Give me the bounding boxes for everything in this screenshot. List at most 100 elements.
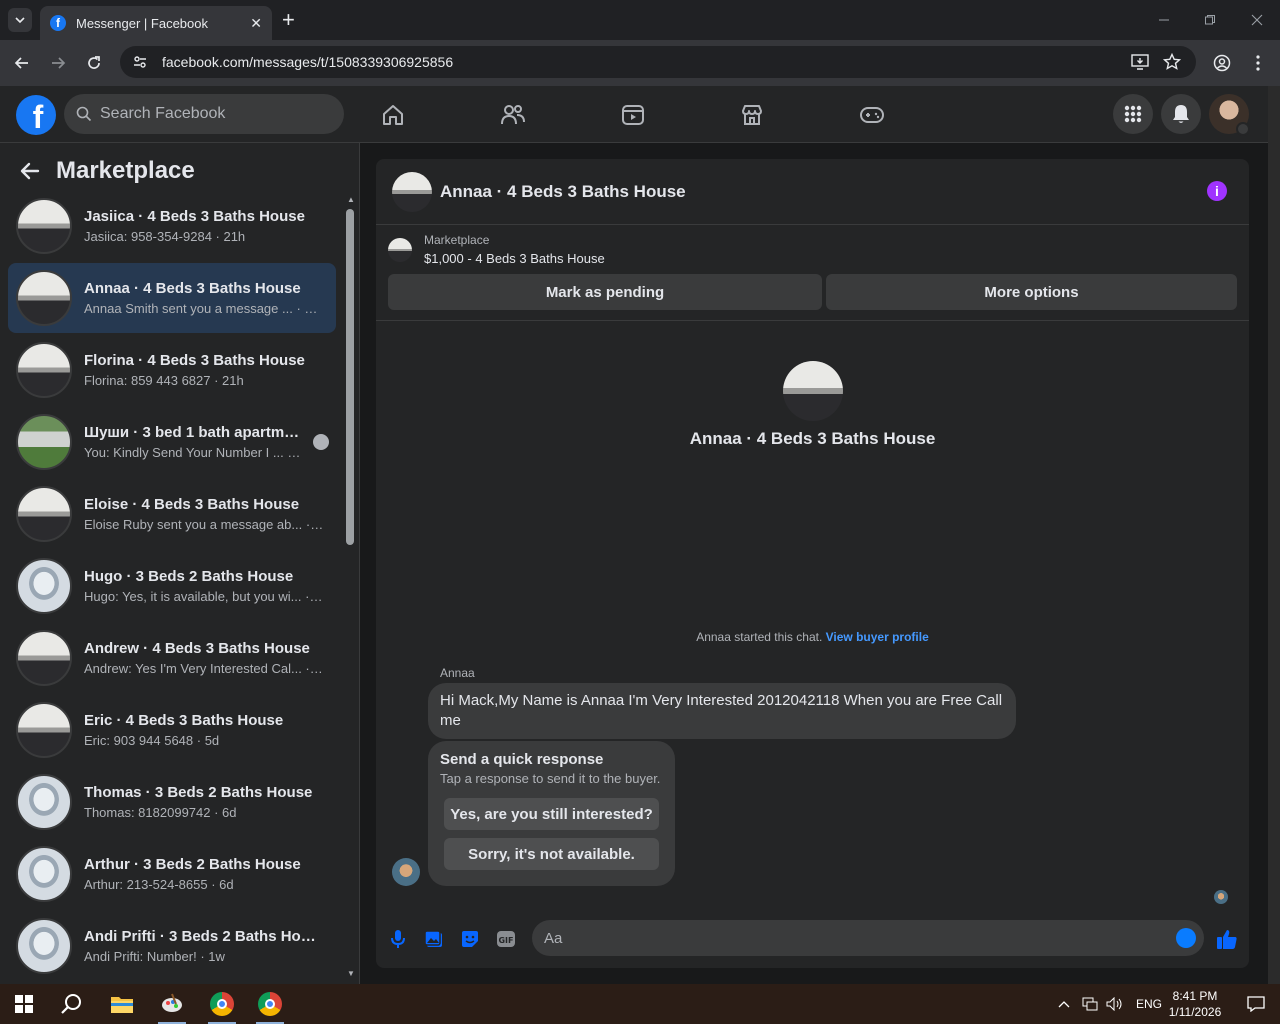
quick-response-card: Send a quick response Tap a response to … (428, 741, 675, 886)
home-icon (383, 105, 403, 125)
site-settings-icon[interactable] (132, 54, 148, 70)
conversation-item[interactable]: Eric · 4 Beds 3 Baths House Eric: 903 944… (8, 695, 336, 765)
notifications-button[interactable] (1161, 94, 1201, 134)
buyer-avatar[interactable] (783, 361, 843, 421)
conversation-item[interactable]: Jasiica · 4 Beds 3 Baths House Jasiica: 9… (8, 191, 336, 261)
notification-center-button[interactable] (1232, 984, 1280, 1024)
nav-video[interactable] (618, 100, 648, 130)
sidebar-scrollbar[interactable] (346, 209, 354, 545)
account-chevron-icon[interactable] (1236, 122, 1250, 136)
search-icon (76, 106, 92, 122)
quick-response-subtitle: Tap a response to send it to the buyer. (440, 771, 661, 786)
chevron-up-icon[interactable] (1058, 1000, 1070, 1008)
message-input[interactable]: Aa (532, 920, 1204, 956)
bookmark-star-icon[interactable] (1162, 52, 1182, 72)
reload-button[interactable] (82, 51, 106, 75)
restore-button[interactable] (1198, 8, 1222, 32)
gif-button[interactable]: GIF (494, 927, 518, 951)
back-button[interactable] (10, 51, 34, 75)
back-arrow-icon[interactable] (20, 162, 40, 180)
facebook-header: f Search Facebook (0, 86, 1268, 143)
nav-gaming[interactable] (857, 100, 887, 130)
windows-logo-icon (15, 995, 33, 1013)
conversation-item[interactable]: Eloise · 4 Beds 3 Baths House Eloise Ruby… (8, 479, 336, 549)
new-tab-button[interactable]: + (282, 9, 295, 31)
nav-friends[interactable] (498, 100, 528, 130)
view-buyer-profile-link[interactable]: View buyer profile (826, 630, 929, 644)
conversation-item[interactable]: Arthur · 3 Beds 2 Baths House Arthur: 213… (8, 839, 336, 909)
chat-listing-avatar[interactable] (392, 171, 432, 212)
started-text: Annaa started this chat. (696, 630, 823, 644)
menu-button[interactable] (1113, 94, 1153, 134)
nav-home[interactable] (378, 100, 408, 130)
tab-close-icon[interactable]: ✕ (250, 15, 262, 32)
browser-tab-strip: f Messenger | Facebook ✕ + (0, 0, 1280, 40)
install-app-icon[interactable] (1130, 52, 1150, 72)
scroll-down-arrow-icon[interactable]: ▼ (347, 969, 355, 978)
conversation-item[interactable]: Thomas · 3 Beds 2 Baths House Thomas: 818… (8, 767, 336, 837)
search-input[interactable]: Search Facebook (64, 94, 344, 134)
bell-icon (1173, 105, 1189, 123)
conversation-preview: You: Kindly Send Your Number I ... · 1d (84, 445, 304, 460)
minimize-button[interactable] (1152, 8, 1176, 32)
network-icon[interactable] (1082, 997, 1098, 1011)
page-scrollbar[interactable] (1268, 86, 1280, 984)
nav-marketplace[interactable] (737, 100, 767, 130)
listing-thumbnail (16, 846, 72, 902)
minimize-icon (1159, 19, 1169, 21)
info-icon[interactable]: i (1207, 181, 1227, 201)
listing-label: Marketplace (424, 233, 490, 247)
address-bar[interactable]: facebook.com/messages/t/1508339306925856 (120, 46, 1196, 78)
chat-title[interactable]: Annaa · 4 Beds 3 Baths House (440, 182, 686, 202)
close-window-button[interactable] (1245, 8, 1269, 32)
message-bubble: Hi Mack,My Name is Annaa I'm Very Intere… (428, 683, 1016, 739)
forward-button[interactable] (46, 51, 70, 75)
conversation-preview: Thomas: 8182099742 · 6d (84, 805, 237, 820)
conversation-item[interactable]: Andi Prifti · 3 Beds 2 Baths House Andi P… (8, 911, 336, 981)
conversation-item[interactable]: Andrew · 4 Beds 3 Baths House Andrew: Yes… (8, 623, 336, 693)
search-button[interactable] (48, 984, 96, 1024)
volume-icon[interactable] (1106, 997, 1124, 1011)
conversation-item[interactable]: Florina · 4 Beds 3 Baths House Florina: 8… (8, 335, 336, 405)
emoji-icon[interactable] (1176, 928, 1196, 948)
listing-thumbnail (16, 918, 72, 974)
listing-thumbnail (388, 237, 412, 262)
listing-thumbnail (16, 270, 72, 326)
start-button[interactable] (0, 984, 48, 1024)
quick-reply-not-available-button[interactable]: Sorry, it's not available. (444, 838, 659, 870)
conversation-item-active[interactable]: Annaa · 4 Beds 3 Baths House Annaa Smith … (8, 263, 336, 333)
quick-reply-interested-button[interactable]: Yes, are you still interested? (444, 798, 659, 830)
mark-as-pending-button[interactable]: Mark as pending (388, 274, 822, 310)
language-indicator[interactable]: ENG (1136, 997, 1162, 1011)
arrow-left-icon (14, 57, 28, 69)
conversation-preview: Arthur: 213-524-8655 · 6d (84, 877, 234, 892)
conversation-preview: Hugo: Yes, it is available, but you wi..… (84, 589, 324, 604)
chrome-button[interactable] (198, 984, 246, 1024)
conversation-name: Andi Prifti · 3 Beds 2 Baths House (84, 928, 324, 945)
chrome-profile-button[interactable] (246, 984, 294, 1024)
sticker-button[interactable] (458, 927, 482, 951)
conversation-name: Eric · 4 Beds 3 Baths House (84, 712, 284, 729)
browser-menu-button[interactable] (1246, 51, 1270, 75)
scroll-up-arrow-icon[interactable]: ▲ (347, 195, 355, 204)
listing-thumbnail (16, 558, 72, 614)
profile-button[interactable] (1210, 51, 1234, 75)
url-text: facebook.com/messages/t/1508339306925856 (162, 54, 454, 70)
tab-search-button[interactable] (8, 8, 32, 32)
browser-tab[interactable]: f Messenger | Facebook ✕ (40, 6, 272, 40)
conversation-item[interactable]: Hugo · 3 Beds 2 Baths House Hugo: Yes, it… (8, 551, 336, 621)
buyer-name: Annaa · 4 Beds 3 Baths House (689, 429, 936, 448)
facebook-logo-icon[interactable]: f (16, 95, 56, 135)
attach-photo-button[interactable] (422, 927, 446, 951)
chat-started-notice: Annaa started this chat. View buyer prof… (376, 630, 1249, 644)
conversation-item[interactable]: Шуши · 3 bed 1 bath apartme... You: Kindl… (8, 407, 336, 477)
sidebar-title: Marketplace (56, 157, 195, 184)
file-explorer-button[interactable] (98, 984, 146, 1024)
like-button[interactable] (1215, 927, 1239, 951)
listing-summary[interactable]: Marketplace $1,000 - 4 Beds 3 Baths Hous… (388, 233, 605, 266)
more-options-button[interactable]: More options (826, 274, 1237, 310)
voice-clip-button[interactable] (386, 927, 410, 951)
svg-text:GIF: GIF (498, 936, 513, 945)
paint-app-button[interactable] (148, 984, 196, 1024)
clock[interactable]: 8:41 PM 1/11/2026 (1162, 988, 1228, 1020)
